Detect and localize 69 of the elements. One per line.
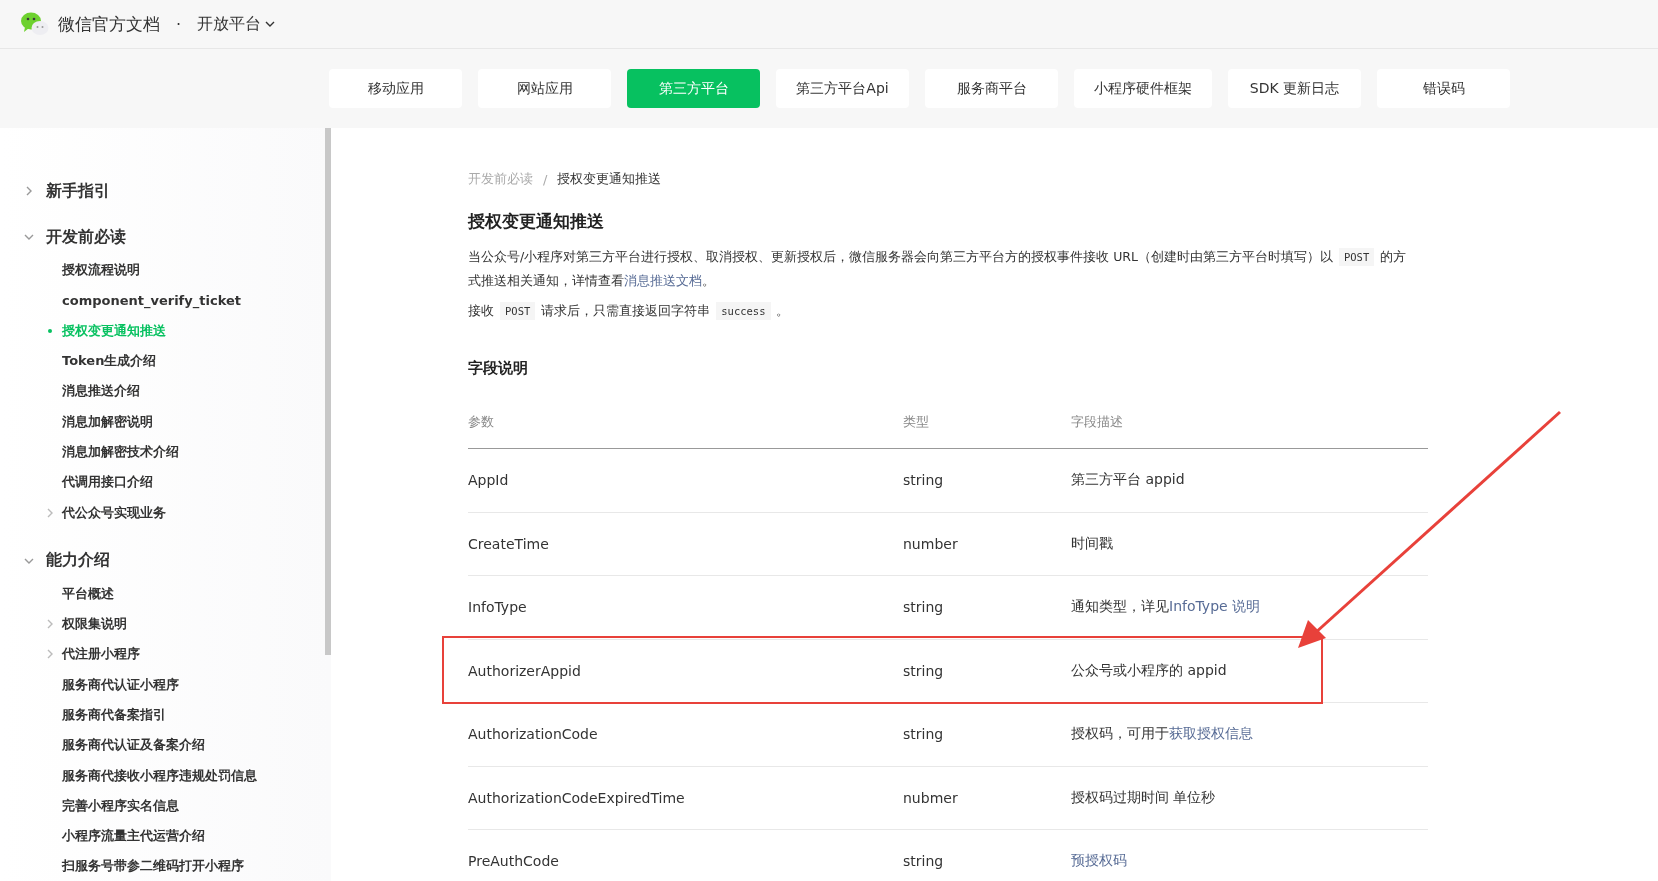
table-cell-text: 第三方平台 appid	[1071, 471, 1186, 490]
table-cell-text: InfoType	[468, 599, 528, 616]
chevron-right-icon	[45, 649, 55, 660]
table-cell-text: nubmer	[903, 789, 959, 806]
sidebar-item[interactable]: 权限集说明	[0, 608, 325, 640]
sidebar-item[interactable]: 服务商代认证及备案介绍	[0, 730, 325, 761]
separator-dot: ·	[176, 14, 182, 34]
sidebar-item[interactable]: 服务商代认证小程序	[0, 669, 325, 700]
nav-tab[interactable]: 小程序硬件框架	[1074, 69, 1212, 108]
chevron-right-icon	[45, 507, 55, 518]
sidebar-item[interactable]: 扫服务号带参二维码打开小程序	[0, 851, 325, 881]
column-header: 字段描述	[1071, 413, 1124, 431]
chevron-right-icon	[24, 186, 34, 196]
page-title: 授权变更通知推送	[468, 210, 605, 233]
sidebar-group[interactable]: 新手指引	[0, 168, 325, 214]
paragraph: 当公众号/小程序对第三方平台进行授权、取消授权、更新授权后，微信服务器会向第三方平台方的授权事件接收 URL（创建时由第三方平台时填写）以 POST 的方式推送相关通知，详情查看消息推送文档。	[468, 247, 1408, 290]
site-title: 微信官方文档	[58, 12, 160, 36]
table-cell-text: number	[903, 535, 959, 552]
table-cell-text: 时间戳	[1071, 534, 1114, 553]
table-cell-text: AuthorizationCodeExpiredTime	[468, 789, 686, 806]
sidebar-item[interactable]: 消息推送介绍	[0, 376, 325, 407]
sidebar-item[interactable]: 完善小程序实名信息	[0, 790, 325, 822]
chat-bubbles-logo-icon	[20, 11, 50, 37]
table-cell-text: 通知类型，详见InfoType 说明	[1071, 598, 1262, 617]
sidebar-item[interactable]: 服务商代接收小程序违规处罚信息	[0, 760, 325, 791]
chevron-down-icon	[265, 19, 276, 29]
scrollbar-thumb[interactable]	[325, 128, 331, 655]
column-header: 参数	[468, 413, 495, 431]
doc-link[interactable]: 获取授权信息	[1169, 725, 1253, 742]
bullet-icon	[48, 328, 52, 333]
table-cell-text: AuthorizerAppid	[468, 662, 582, 679]
table-cell-text: string	[903, 662, 945, 679]
column-header: 类型	[903, 413, 930, 431]
sidebar-item[interactable]: 小程序流量主代运营介绍	[0, 821, 325, 852]
breadcrumb-link[interactable]: 授权变更通知推送	[557, 170, 662, 188]
section-dropdown[interactable]: 开放平台	[197, 13, 276, 35]
sidebar-item[interactable]: Token生成介绍	[0, 345, 325, 377]
sidebar-item[interactable]: 服务商代备案指引	[0, 699, 325, 731]
nav-tab[interactable]: 错误码	[1377, 69, 1510, 108]
table-cell-text: AuthorizationCode	[468, 726, 599, 743]
sidebar-item[interactable]: 消息加解密技术介绍	[0, 436, 325, 468]
doc-link[interactable]: 预授权码	[1071, 852, 1127, 869]
table-cell-text: string	[903, 853, 945, 870]
chevron-down-icon	[24, 232, 34, 242]
sidebar-item[interactable]: 消息加解密说明	[0, 406, 325, 437]
nav-tab[interactable]: 网站应用	[478, 69, 611, 108]
table-cell-text: AppId	[468, 472, 510, 489]
table-cell-text: 授权码过期时间 单位秒	[1071, 788, 1217, 807]
sidebar-item[interactable]: 代注册小程序	[0, 639, 325, 670]
sidebar-item[interactable]: 代调用接口介绍	[0, 467, 325, 498]
table-cell-text: string	[903, 726, 945, 743]
table-cell-text: CreateTime	[468, 535, 550, 552]
nav-tab[interactable]: SDK 更新日志	[1228, 69, 1361, 108]
paragraph: 接收 POST 请求后，只需直接返回字符串 success 。	[468, 301, 791, 322]
sidebar-item[interactable]: component_verify_ticket	[0, 285, 325, 316]
doc-link[interactable]: InfoType 说明	[1169, 598, 1261, 615]
nav-tab[interactable]: 服务商平台	[925, 69, 1058, 108]
breadcrumb-separator: /	[543, 171, 548, 187]
sidebar-item[interactable]: 代公众号实现业务	[0, 497, 325, 528]
chevron-right-icon	[45, 619, 55, 630]
table-cell-text: string	[903, 599, 945, 616]
nav-tab[interactable]: 第三方平台Api	[776, 69, 909, 108]
table-cell-text: 授权码，可用于获取授权信息	[1071, 725, 1254, 744]
doc-link[interactable]: 消息推送文档	[624, 273, 702, 288]
table-cell-text: string	[903, 472, 945, 489]
section-title: 字段说明	[468, 359, 529, 378]
table-cell-text: PreAuthCode	[468, 853, 560, 870]
table-cell-text: 公众号或小程序的 appid	[1071, 661, 1228, 680]
nav-tab[interactable]: 移动应用	[329, 69, 462, 108]
